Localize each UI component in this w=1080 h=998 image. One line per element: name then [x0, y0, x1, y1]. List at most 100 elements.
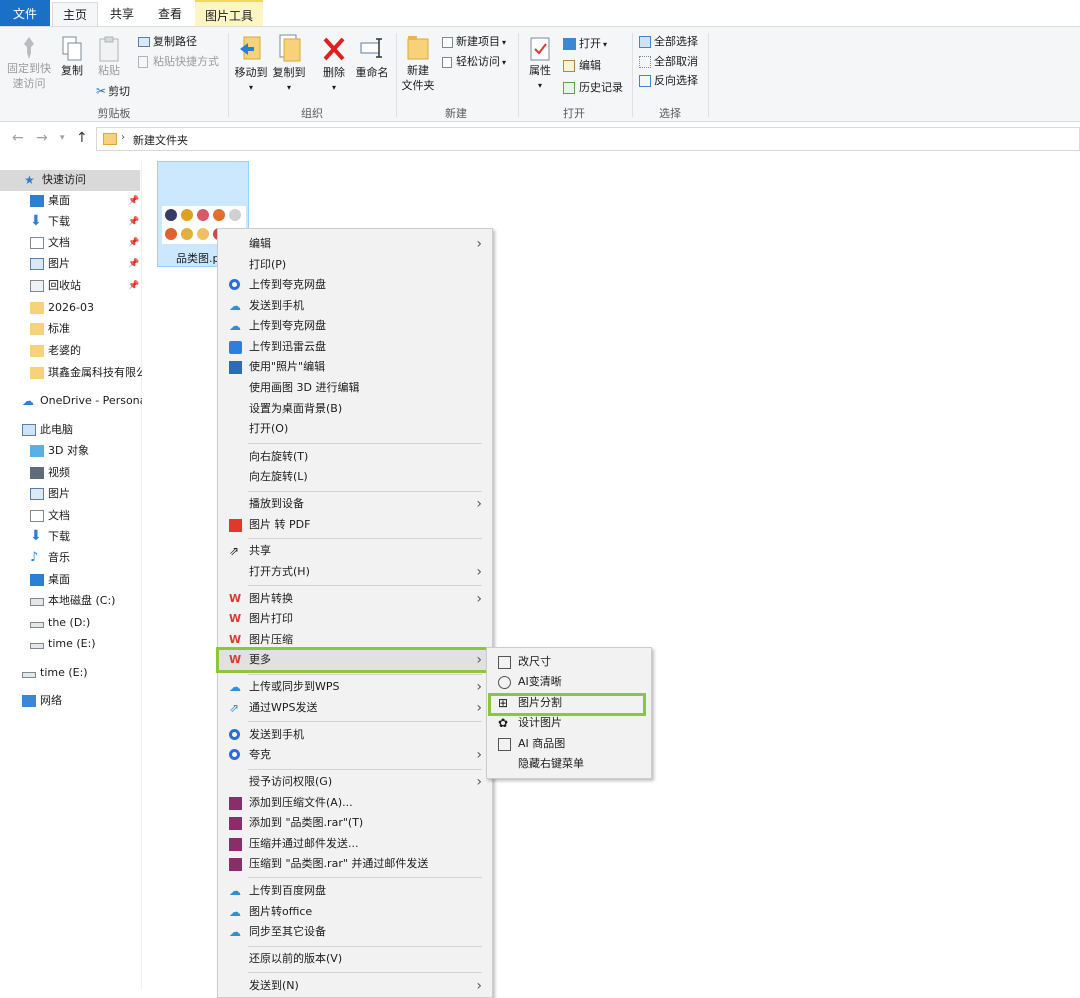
menu-item-to-office[interactable]: ☁ 图片转office — [218, 902, 492, 922]
copy-path-button[interactable]: 复制路径 — [138, 34, 197, 49]
tab-file[interactable]: 文件 — [0, 0, 50, 26]
nav-recycle-bin[interactable]: 回收站 — [30, 276, 126, 296]
nav-pc-desktop[interactable]: 桌面 — [30, 570, 140, 590]
submenu-item-hide-menu[interactable]: 隐藏右键菜单 — [487, 754, 651, 774]
easy-access-button[interactable]: 轻松访问 ▾ — [442, 54, 506, 70]
menu-item-set-wallpaper[interactable]: 设置为桌面背景(B) — [218, 399, 492, 419]
menu-item-open-with[interactable]: 打开方式(H) › — [218, 562, 492, 582]
tab-picture-tools[interactable]: 图片工具 — [195, 0, 263, 26]
menu-item-restore[interactable]: 还原以前的版本(V) — [218, 949, 492, 969]
menu-item-edit-photos[interactable]: 使用"照片"编辑 — [218, 357, 492, 377]
forward-arrow-icon[interactable]: → — [36, 130, 48, 146]
menu-item-open[interactable]: 打开(O) — [218, 419, 492, 439]
menu-item-img-print[interactable]: W 图片打印 — [218, 609, 492, 629]
nav-downloads[interactable]: ⬇ 下载 — [30, 212, 126, 232]
paste-label: 粘贴 — [98, 64, 120, 77]
cut-button[interactable]: ✂ 剪切 — [96, 84, 130, 99]
nav-music[interactable]: ♪ 音乐 — [30, 548, 140, 568]
menu-separator — [248, 972, 482, 973]
video-icon — [30, 467, 44, 479]
move-to-button[interactable]: 移动到 ▾ — [233, 33, 269, 95]
menu-item-edit[interactable]: 编辑 › — [218, 234, 492, 254]
menu-item-grant-access[interactable]: 授予访问权限(G) › — [218, 772, 492, 792]
history-button[interactable]: 历史记录 — [563, 80, 623, 95]
invert-selection-button[interactable]: 反向选择 — [639, 73, 698, 88]
rename-button[interactable]: 重命名 — [352, 33, 392, 80]
delete-label: 删除 — [323, 66, 345, 79]
properties-button[interactable]: 属性 ▾ — [524, 35, 556, 93]
new-item-button[interactable]: 新建项目 ▾ — [442, 34, 506, 50]
submenu-item-ai-clear[interactable]: AI变清晰 — [487, 672, 651, 692]
cube-icon — [30, 445, 44, 457]
nav-folder-standard[interactable]: 标准 — [30, 319, 140, 339]
nav-pc-pictures[interactable]: 图片 — [30, 484, 140, 504]
menu-item-send-to[interactable]: 发送到(N) › — [218, 976, 492, 996]
menu-item-share[interactable]: ⇗ 共享 — [218, 541, 492, 561]
nav-pictures[interactable]: 图片 — [30, 254, 126, 274]
menu-item-edit-paint3d[interactable]: 使用画图 3D 进行编辑 — [218, 378, 492, 398]
nav-documents[interactable]: 文档 — [30, 233, 126, 253]
menu-item-upload-kuake[interactable]: 上传到夸克网盘 — [218, 275, 492, 295]
menu-label: 夸克 — [249, 748, 271, 761]
submenu-item-resize[interactable]: 改尺寸 — [487, 652, 651, 672]
nav-desktop[interactable]: 桌面 — [30, 191, 126, 211]
edit-button[interactable]: 编辑 — [563, 58, 601, 73]
menu-item-add-rar[interactable]: 添加到 "品类图.rar"(T) — [218, 813, 492, 833]
nav-folder-2026-03[interactable]: 2026-03 — [30, 298, 140, 318]
nav-drive-e-2[interactable]: time (E:) — [22, 663, 140, 683]
nav-onedrive[interactable]: ☁ OneDrive - Personal — [22, 391, 142, 411]
back-arrow-icon[interactable]: ← — [12, 130, 24, 146]
address-bar[interactable]: › 新建文件夹 — [96, 127, 1080, 151]
history-icon — [563, 82, 575, 94]
rename-label: 重命名 — [355, 66, 389, 79]
delete-button[interactable]: 删除 ▾ — [318, 33, 350, 95]
menu-item-cast[interactable]: 播放到设备 › — [218, 494, 492, 514]
new-folder-button[interactable]: 新建 文件夹 — [400, 33, 436, 93]
nav-folder-company[interactable]: 琪鑫金属科技有限公 — [30, 363, 142, 383]
menu-item-rotate-right[interactable]: 向右旋转(T) — [218, 447, 492, 467]
menu-item-compress-rar-email[interactable]: 压缩到 "品类图.rar" 并通过邮件发送 — [218, 854, 492, 874]
pin-quick-access-button[interactable]: 固定到快 速访问 — [4, 35, 54, 91]
menu-item-sync-devices[interactable]: ☁ 同步至其它设备 — [218, 922, 492, 942]
select-all-button[interactable]: 全部选择 — [639, 34, 698, 49]
menu-item-to-pdf[interactable]: 图片 转 PDF — [218, 515, 492, 535]
menu-item-img-convert[interactable]: W 图片转换 › — [218, 589, 492, 609]
tab-share[interactable]: 共享 — [100, 0, 144, 26]
tab-home[interactable]: 主页 — [52, 2, 98, 27]
menu-item-print[interactable]: 打印(P) — [218, 255, 492, 275]
select-none-button[interactable]: 全部取消 — [639, 54, 698, 69]
paste-button[interactable]: 粘贴 — [92, 35, 126, 78]
nav-this-pc[interactable]: 此电脑 — [22, 420, 140, 440]
nav-pc-documents[interactable]: 文档 — [30, 506, 140, 526]
tab-view[interactable]: 查看 — [148, 0, 192, 26]
submenu-item-design[interactable]: ✿ 设计图片 — [487, 713, 651, 733]
menu-item-baidu[interactable]: ☁ 上传到百度网盘 — [218, 881, 492, 901]
copy-button[interactable]: 复制 — [56, 35, 88, 78]
menu-item-kuake[interactable]: 夸克 › — [218, 745, 492, 765]
recent-dropdown-icon[interactable]: ▾ — [60, 133, 65, 143]
copy-to-button[interactable]: 复制到 ▾ — [271, 33, 307, 95]
breadcrumb[interactable]: 新建文件夹 — [133, 132, 188, 148]
menu-item-upload-kuake-2[interactable]: ☁ 上传到夸克网盘 — [218, 316, 492, 336]
up-arrow-icon[interactable]: ↑ — [76, 130, 88, 146]
submenu-item-ai-product[interactable]: AI 商品图 — [487, 734, 651, 754]
open-button[interactable]: 打开 ▾ — [563, 36, 607, 52]
menu-item-rotate-left[interactable]: 向左旋转(L) — [218, 467, 492, 487]
nav-videos[interactable]: 视频 — [30, 463, 140, 483]
nav-drive-c[interactable]: 本地磁盘 (C:) — [30, 591, 142, 611]
menu-item-send-phone[interactable]: ☁ 发送到手机 — [218, 296, 492, 316]
nav-network[interactable]: 网络 — [22, 691, 140, 711]
menu-item-compress-email[interactable]: 压缩并通过邮件发送... — [218, 834, 492, 854]
nav-folder-wife[interactable]: 老婆的 — [30, 341, 140, 361]
menu-item-wps-sync[interactable]: ☁ 上传或同步到WPS › — [218, 677, 492, 697]
menu-item-send-phone-2[interactable]: 发送到手机 — [218, 725, 492, 745]
nav-quick-access[interactable]: ★ 快速访问 — [24, 170, 140, 190]
menu-item-add-archive[interactable]: 添加到压缩文件(A)... — [218, 793, 492, 813]
paste-shortcut-button[interactable]: 粘贴快捷方式 — [138, 54, 219, 69]
nav-pc-downloads[interactable]: ⬇ 下载 — [30, 527, 140, 547]
menu-item-wps-send[interactable]: ⇗ 通过WPS发送 › — [218, 698, 492, 718]
nav-drive-e[interactable]: time (E:) — [30, 634, 140, 654]
nav-3d-objects[interactable]: 3D 对象 — [30, 441, 140, 461]
menu-item-upload-xunlei[interactable]: 上传到迅雷云盘 — [218, 337, 492, 357]
nav-drive-d[interactable]: the (D:) — [30, 613, 140, 633]
